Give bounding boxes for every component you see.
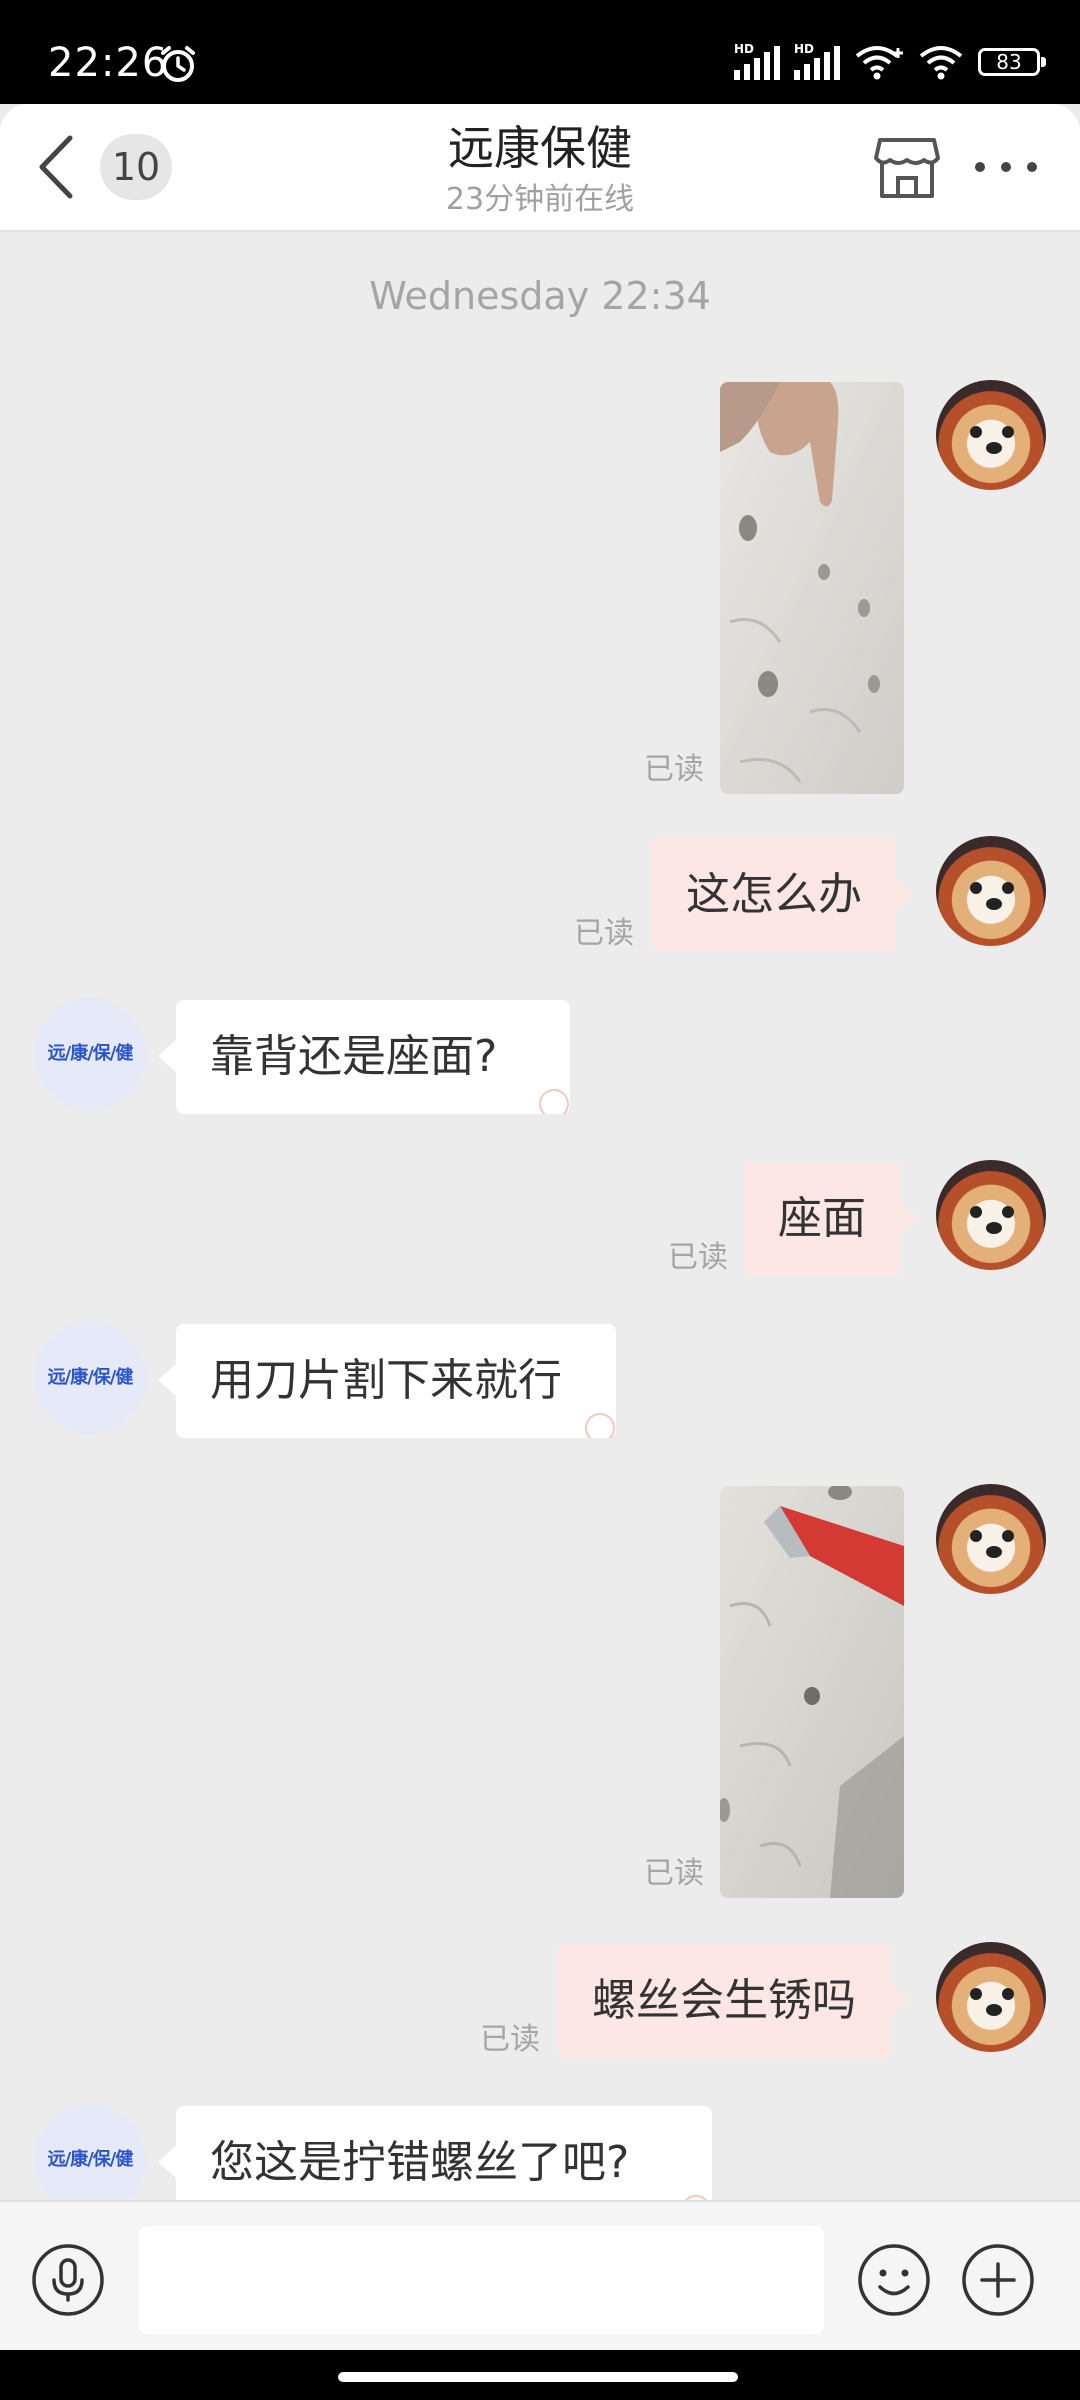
alarm-icon (161, 46, 195, 82)
more-dots-icon[interactable] (970, 144, 1042, 190)
message-input[interactable] (138, 2226, 824, 2334)
my-message-bubble[interactable]: 螺丝会生锈吗 (558, 1944, 908, 2058)
read-receipt: 已读 (668, 1240, 728, 1275)
image-message[interactable] (720, 382, 904, 794)
shop-message-bubble[interactable]: 靠背还是座面? (158, 1000, 570, 1114)
my-message-bubble[interactable]: 座面 (744, 1162, 918, 1276)
status-bar: 22:26 HD HD 83 (0, 0, 1080, 104)
my-avatar[interactable] (936, 380, 1046, 490)
wifi-icon (855, 46, 903, 80)
chat-timestamp: Wednesday 22:34 (369, 274, 711, 318)
read-receipt: 已读 (644, 1856, 704, 1891)
shop-message-text: 靠背还是座面? (210, 1031, 498, 1082)
shop-message-bubble[interactable]: 您这是拧错螺丝了吧? (158, 2106, 712, 2200)
read-receipt: 已读 (644, 752, 704, 787)
signal-icon-1: HD (734, 42, 780, 80)
input-bar (0, 2200, 1080, 2352)
store-icon[interactable] (874, 134, 940, 200)
shop-message-text: 用刀片割下来就行 (210, 1355, 562, 1406)
my-avatar[interactable] (936, 1160, 1046, 1270)
shop-avatar[interactable]: 远/康/保/健 (34, 2104, 146, 2200)
my-message-bubble[interactable]: 这怎么办 (652, 838, 914, 952)
plus-icon[interactable] (960, 2242, 1036, 2318)
wifi-icon-2 (919, 46, 963, 80)
watermark-icon (585, 1413, 615, 1438)
battery-indicator: 83 (978, 48, 1046, 76)
shop-message-bubble[interactable]: 用刀片割下来就行 (158, 1324, 616, 1438)
home-indicator[interactable] (338, 2372, 738, 2382)
chat-header: 10 远康保健 23分钟前在线 (0, 104, 1080, 232)
shop-avatar[interactable]: 远/康/保/健 (34, 1322, 146, 1434)
read-receipt: 已读 (574, 916, 634, 951)
status-icons: HD HD 83 (734, 42, 1046, 82)
shop-avatar[interactable]: 远/康/保/健 (34, 998, 146, 1110)
shop-message-text: 您这是拧错螺丝了吧? (210, 2137, 630, 2188)
watermark-icon (684, 2195, 708, 2200)
image-message[interactable] (720, 1486, 904, 1898)
my-avatar[interactable] (936, 1942, 1046, 2052)
microphone-icon[interactable] (30, 2242, 106, 2318)
my-avatar[interactable] (936, 836, 1046, 946)
status-time: 22:26 (48, 40, 169, 86)
emoji-icon[interactable] (856, 2242, 932, 2318)
watermark-icon (539, 1089, 569, 1114)
my-avatar[interactable] (936, 1484, 1046, 1594)
system-nav-bar (0, 2350, 1080, 2400)
read-receipt: 已读 (480, 2022, 540, 2057)
chat-area[interactable]: Wednesday 22:34 已读 这怎么办 已读 远/康/保/健 靠背还是座… (0, 232, 1080, 2200)
signal-icon-2: HD (794, 42, 840, 80)
